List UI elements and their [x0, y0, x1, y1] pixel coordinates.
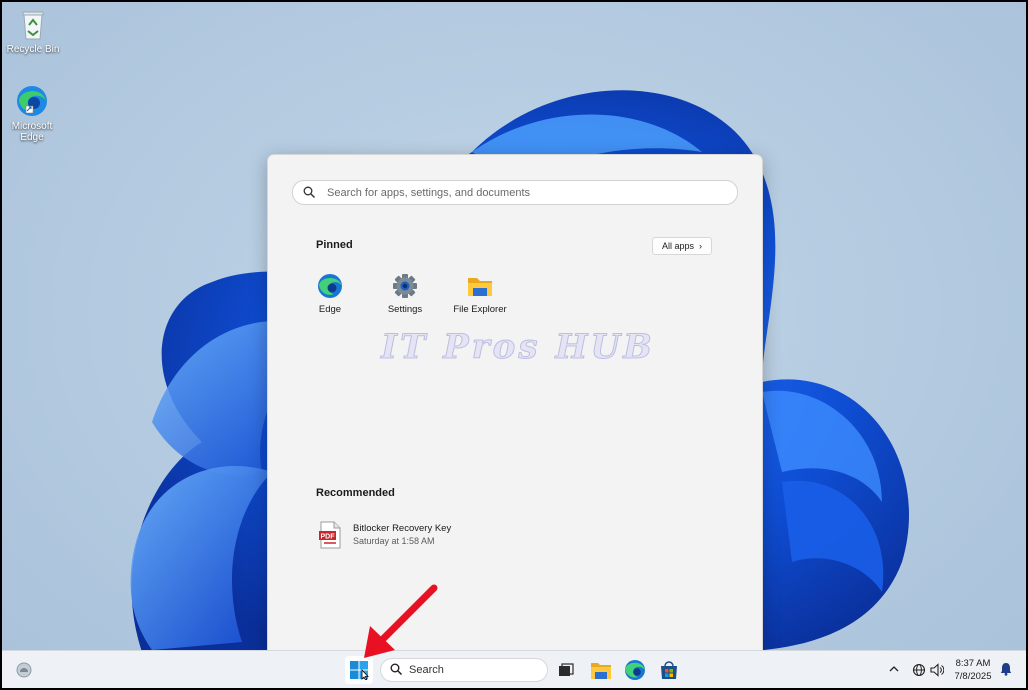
pinned-app-label: Edge	[318, 304, 342, 315]
taskbar-clock[interactable]: 8:37 AM 7/8/2025	[950, 657, 996, 683]
pinned-app-label: Settings	[387, 304, 423, 315]
all-apps-label: All apps	[661, 241, 695, 251]
desktop: Recycle Bin Microsoft Edge Pinned All ap…	[2, 2, 1026, 688]
recommended-item-time: Saturday at 1:58 AM	[353, 536, 435, 546]
pinned-app-file-explorer[interactable]: File Explorer	[445, 273, 515, 315]
task-view-icon	[559, 663, 574, 676]
taskbar-edge[interactable]	[621, 656, 649, 684]
search-input[interactable]	[325, 184, 729, 202]
desktop-recycle-bin[interactable]: Recycle Bin	[3, 7, 63, 55]
recommended-item-name: Bitlocker Recovery Key	[353, 523, 452, 534]
chevron-right-icon: ›	[699, 241, 703, 251]
task-view-button[interactable]	[552, 656, 580, 684]
start-search-box[interactable]	[292, 180, 738, 205]
desktop-microsoft-edge[interactable]: Microsoft Edge	[2, 84, 62, 143]
clock-date: 7/8/2025	[954, 671, 992, 682]
start-icon	[350, 661, 369, 680]
search-icon	[390, 663, 403, 676]
search-icon	[303, 186, 315, 198]
taskbar-file-explorer[interactable]	[587, 656, 615, 684]
watermark: IT Pros HUB	[381, 327, 655, 368]
pinned-heading: Pinned	[316, 239, 353, 251]
network-globe-icon[interactable]	[912, 663, 926, 677]
recycle-bin-icon	[16, 7, 50, 41]
recommended-heading: Recommended	[316, 487, 395, 499]
edge-icon	[625, 660, 645, 680]
weather-icon	[16, 662, 32, 678]
start-button[interactable]	[345, 656, 373, 684]
edge-icon	[317, 273, 343, 299]
gear-icon	[392, 273, 418, 299]
desktop-icon-label: Recycle Bin	[6, 44, 60, 55]
taskbar-store[interactable]	[655, 656, 683, 684]
taskbar-search[interactable]: Search	[380, 658, 548, 682]
taskbar: Search 8:37 AM 7/8/2025	[2, 650, 1026, 688]
taskbar-search-label: Search	[409, 664, 444, 676]
volume-icon[interactable]	[930, 663, 944, 677]
pinned-app-edge[interactable]: Edge	[295, 273, 365, 315]
svg-text:PDF: PDF	[321, 534, 336, 541]
start-menu: Pinned All apps › Edge	[267, 154, 763, 655]
chevron-up-icon[interactable]	[888, 663, 900, 675]
recommended-item[interactable]: PDF Bitlocker Recovery Key Saturday at 1…	[318, 521, 518, 551]
edge-icon	[15, 84, 49, 118]
pinned-app-label: File Explorer	[453, 304, 507, 315]
clock-time: 8:37 AM	[955, 658, 991, 669]
desktop-icon-label: Microsoft Edge	[11, 121, 53, 143]
widgets-button[interactable]	[10, 656, 38, 684]
folder-icon	[591, 663, 611, 679]
pdf-icon: PDF	[319, 521, 341, 549]
store-icon	[661, 661, 677, 679]
all-apps-button[interactable]: All apps ›	[652, 237, 712, 255]
notification-bell-icon[interactable]	[1000, 662, 1012, 676]
folder-icon	[467, 273, 493, 299]
pinned-app-settings[interactable]: Settings	[370, 273, 440, 315]
